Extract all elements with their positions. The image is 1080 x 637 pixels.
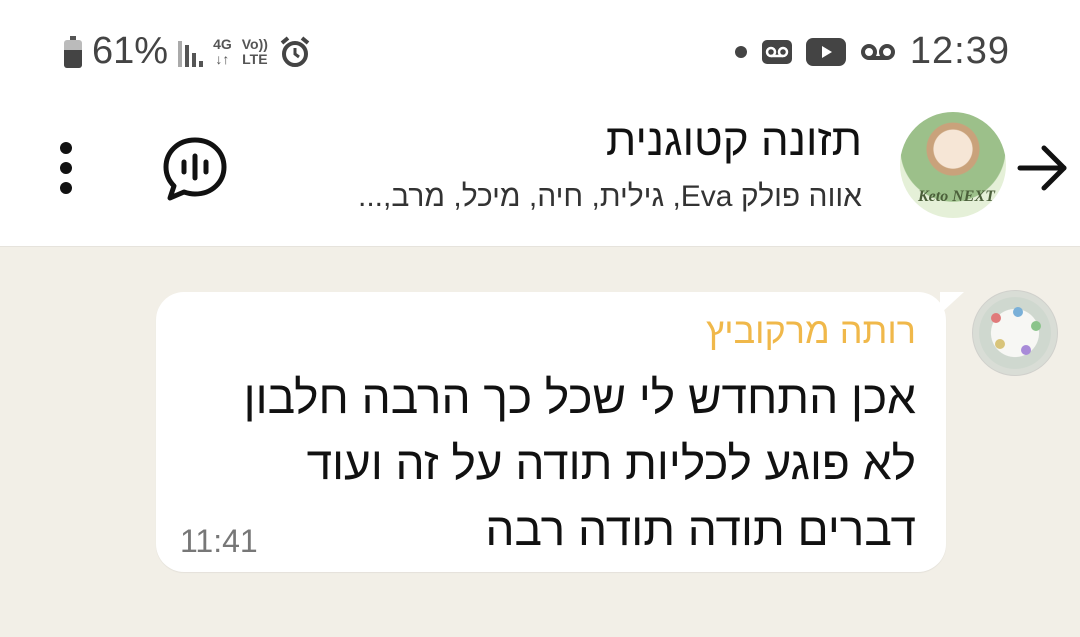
- message-bubble[interactable]: רותה מרקוביץ אכן התחדש לי שכל כך הרבה חל…: [156, 292, 964, 572]
- chat-header: תזונה קטוגנית אווה פולק Eva, גילית, חיה,…: [0, 100, 1080, 247]
- signal-icon: [178, 37, 204, 67]
- status-right: 12:39: [734, 30, 1010, 73]
- notification-dot-icon: [734, 45, 747, 58]
- avatar-logo: Keto NEXT: [918, 188, 995, 205]
- group-members[interactable]: אווה פולק Eva, גילית, חיה, מיכל, מרב,...: [358, 180, 862, 214]
- volte-icon: Vo)) LTE: [241, 35, 268, 67]
- youtube-icon: [805, 37, 846, 66]
- message-line: דברים תודה תודה רבה: [485, 503, 916, 555]
- message-text: אכן התחדש לי שכל כך הרבה חלבון לא פוגע ל…: [196, 364, 916, 562]
- message-sender[interactable]: רותה מרקוביץ: [706, 310, 916, 352]
- status-bar: 61% 4G ↓↑ Vo)) LTE 12:39: [0, 0, 1080, 100]
- clock: 12:39: [909, 30, 1010, 72]
- status-left: 61% 4G ↓↑ Vo)) LTE: [64, 30, 312, 73]
- message-line: לא פוגע לכליות תודה על זה ועוד: [306, 437, 916, 489]
- more-vert-icon[interactable]: [50, 138, 82, 198]
- group-name[interactable]: תזונה קטוגנית: [606, 116, 862, 166]
- sender-avatar[interactable]: [972, 290, 1058, 376]
- volte-bottom: LTE: [242, 50, 268, 67]
- alarm-icon: [280, 35, 310, 67]
- network-type: 4G: [213, 35, 232, 52]
- volte-top: Vo)): [241, 35, 268, 52]
- back-arrow-icon[interactable]: [1014, 140, 1070, 196]
- voicemail-icon: [761, 39, 792, 64]
- network-4g-icon: 4G ↓↑: [213, 35, 232, 67]
- voice-chat-icon[interactable]: [160, 134, 230, 204]
- message-time: 11:41: [180, 523, 258, 559]
- group-avatar[interactable]: Keto NEXT: [900, 112, 1006, 218]
- bubble-tail: [940, 292, 964, 314]
- battery-icon: [64, 35, 82, 68]
- message-line: אכן התחדש לי שכל כך הרבה חלבון: [243, 371, 916, 423]
- data-arrows-glyph: ↓↑: [215, 50, 230, 67]
- battery-percent: 61%: [92, 30, 169, 72]
- voicemail-icon: [860, 43, 895, 60]
